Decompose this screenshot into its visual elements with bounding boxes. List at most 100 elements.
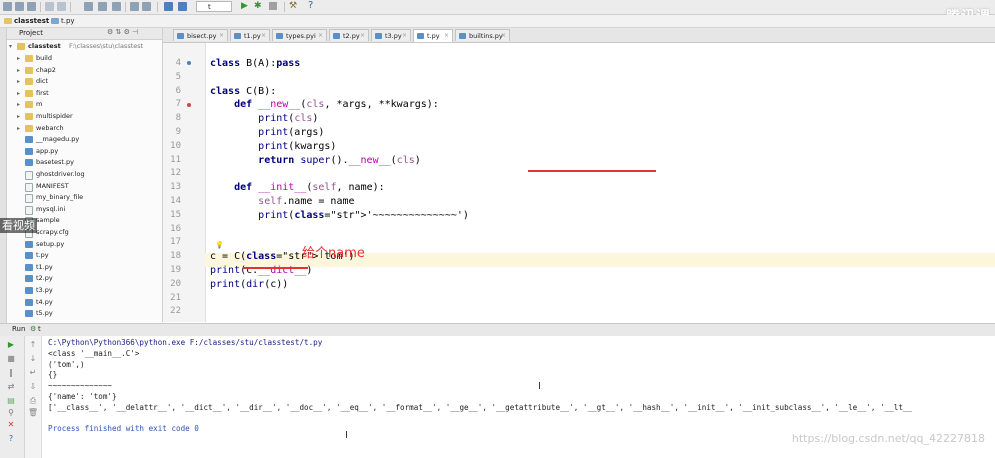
close-icon[interactable]: × xyxy=(261,30,266,42)
cut-icon[interactable] xyxy=(84,2,93,11)
print-icon[interactable]: ⎙ xyxy=(27,396,39,406)
python-file-icon xyxy=(25,147,33,155)
scroll-end-icon[interactable]: ⇩ xyxy=(27,382,39,392)
chevron-right-icon[interactable]: ▸ xyxy=(17,76,23,87)
save-icon[interactable] xyxy=(15,2,24,11)
undo-icon[interactable] xyxy=(45,2,54,11)
tab-file[interactable]: bisect.py × xyxy=(173,29,228,41)
paste-icon[interactable] xyxy=(112,2,121,11)
pin-icon[interactable]: ▤ xyxy=(5,396,17,406)
tab-label: builtins.py xyxy=(469,32,503,40)
run-panel-header: Run ⚙ t xyxy=(0,323,995,337)
override-marker-icon[interactable] xyxy=(187,103,191,107)
run-toolbar-left: ▶ ■ ‖ ⇄ ▤ ⚲ ✕ ? xyxy=(0,336,25,458)
tree-item-label: scrapy.cfg xyxy=(36,228,69,236)
console-line: ['__class__', '__delattr__', '__dict__',… xyxy=(48,402,913,412)
panel-settings-icon[interactable]: ⚙ ⇅ ⚙ ⊣ xyxy=(107,28,138,36)
line-number: 16 xyxy=(170,223,181,234)
python-file-icon xyxy=(177,33,184,39)
code-editor[interactable]: 4 5 6 7 8 9 10 11 12 13 14 15 16 17 18 19 20 21 22 💡 class… xyxy=(163,43,995,322)
chevron-right-icon[interactable]: ▸ xyxy=(17,123,23,134)
close-icon[interactable]: ✕ xyxy=(5,420,17,430)
bulb-icon[interactable]: 💡 xyxy=(215,241,224,249)
tree-item-label: MANIFEST xyxy=(36,181,69,190)
tree-item-label: t.py xyxy=(36,251,49,260)
restore-layout-icon[interactable]: ⇄ xyxy=(5,382,17,392)
run-config-name[interactable]: t xyxy=(38,325,41,333)
find-icon[interactable] xyxy=(130,2,139,11)
chevron-right-icon[interactable]: ▸ xyxy=(17,88,23,99)
tree-root-label: classtest xyxy=(28,42,61,50)
chevron-right-icon[interactable]: ▸ xyxy=(17,99,23,110)
close-icon[interactable]: × xyxy=(219,30,224,42)
tree-item-label: multispider xyxy=(36,112,73,120)
handwritten-annotation: 给个name xyxy=(302,246,365,261)
line-number: 21 xyxy=(170,292,181,303)
tree-item-label: sample xyxy=(36,216,60,225)
tree-item-label: t2.py xyxy=(36,274,53,283)
close-icon[interactable]: × xyxy=(360,30,365,42)
file-icon xyxy=(25,194,33,204)
python-file-icon xyxy=(25,159,33,167)
debug-icon[interactable]: ✱ xyxy=(254,1,262,11)
close-icon[interactable]: × xyxy=(402,30,407,42)
pause-icon[interactable]: ‖ xyxy=(5,368,17,378)
python-file-icon xyxy=(25,298,33,306)
project-panel-title[interactable]: Project xyxy=(19,29,43,37)
back-icon[interactable] xyxy=(164,2,173,11)
tab-file[interactable]: builtins.py × xyxy=(455,29,510,41)
code-line: print(cls) xyxy=(258,113,319,125)
pin-tab-icon[interactable]: ⚲ xyxy=(5,408,17,418)
console-line: {} xyxy=(48,370,58,380)
breadcrumb-project[interactable]: classtest xyxy=(3,16,49,26)
tab-file[interactable]: t3.py × xyxy=(371,29,411,41)
breadcrumb-file[interactable]: t.py xyxy=(50,16,75,26)
settings-icon[interactable]: ⚒ xyxy=(289,1,297,11)
tab-file[interactable]: t2.py × xyxy=(329,29,369,41)
help-icon[interactable]: ? xyxy=(5,434,17,444)
up-icon[interactable]: ↑ xyxy=(27,340,39,350)
replace-icon[interactable] xyxy=(142,2,151,11)
copy-icon[interactable] xyxy=(98,2,107,11)
stop-icon[interactable]: ■ xyxy=(5,354,17,364)
tree-item-label: basetest.py xyxy=(36,158,75,167)
tab-file[interactable]: types.pyi × xyxy=(272,29,327,41)
override-marker-icon[interactable] xyxy=(187,61,191,65)
sync-icon[interactable] xyxy=(27,2,36,11)
run-panel-title[interactable]: Run xyxy=(12,325,25,333)
run-tab-icon: ⚙ xyxy=(30,325,37,333)
run-icon[interactable]: ▶ xyxy=(241,1,248,11)
open-icon[interactable] xyxy=(3,2,12,11)
console-line: <class '__main__.C'> xyxy=(48,348,140,358)
code-line: class C(B): xyxy=(210,85,277,97)
python-file-icon xyxy=(25,136,33,144)
line-number: 9 xyxy=(175,127,181,137)
code-line: print(dir(c)) xyxy=(210,278,289,290)
text-cursor-icon: I xyxy=(538,381,541,392)
close-icon[interactable]: × xyxy=(444,30,449,42)
run-config-select[interactable]: t xyxy=(196,1,232,12)
tab-file[interactable]: t1.py × xyxy=(230,29,270,41)
run-toolbar-right: ↑ ↓ ↵ ⇩ ⎙ 🗑 xyxy=(25,336,42,458)
tab-label: t3.py xyxy=(385,32,402,40)
chevron-right-icon[interactable]: ▸ xyxy=(17,53,23,64)
chevron-right-icon[interactable]: ▸ xyxy=(17,111,23,122)
redo-icon[interactable] xyxy=(57,2,66,11)
forward-icon[interactable] xyxy=(178,2,187,11)
wrap-icon[interactable]: ↵ xyxy=(27,368,39,378)
tab-file[interactable]: t.py × xyxy=(413,29,453,42)
folder-icon xyxy=(25,124,33,132)
tree-root-path: F:\classes\stu\classtest xyxy=(69,42,144,50)
close-icon[interactable]: × xyxy=(318,30,323,42)
help-icon[interactable]: ? xyxy=(308,0,313,11)
chevron-right-icon[interactable]: ▸ xyxy=(17,65,23,76)
stop-icon[interactable] xyxy=(269,2,277,10)
line-number: 15 xyxy=(170,209,181,220)
tree-item-label: t5.py xyxy=(36,309,53,318)
editor-tab-bar: bisect.py × t1.py × types.pyi × t2.py × t3.py × t.… xyxy=(163,28,995,43)
delete-icon[interactable]: 🗑 xyxy=(27,408,39,418)
line-number: 5 xyxy=(175,71,181,82)
rerun-icon[interactable]: ▶ xyxy=(5,340,17,350)
down-icon[interactable]: ↓ xyxy=(27,354,39,364)
close-icon[interactable]: × xyxy=(501,30,506,42)
